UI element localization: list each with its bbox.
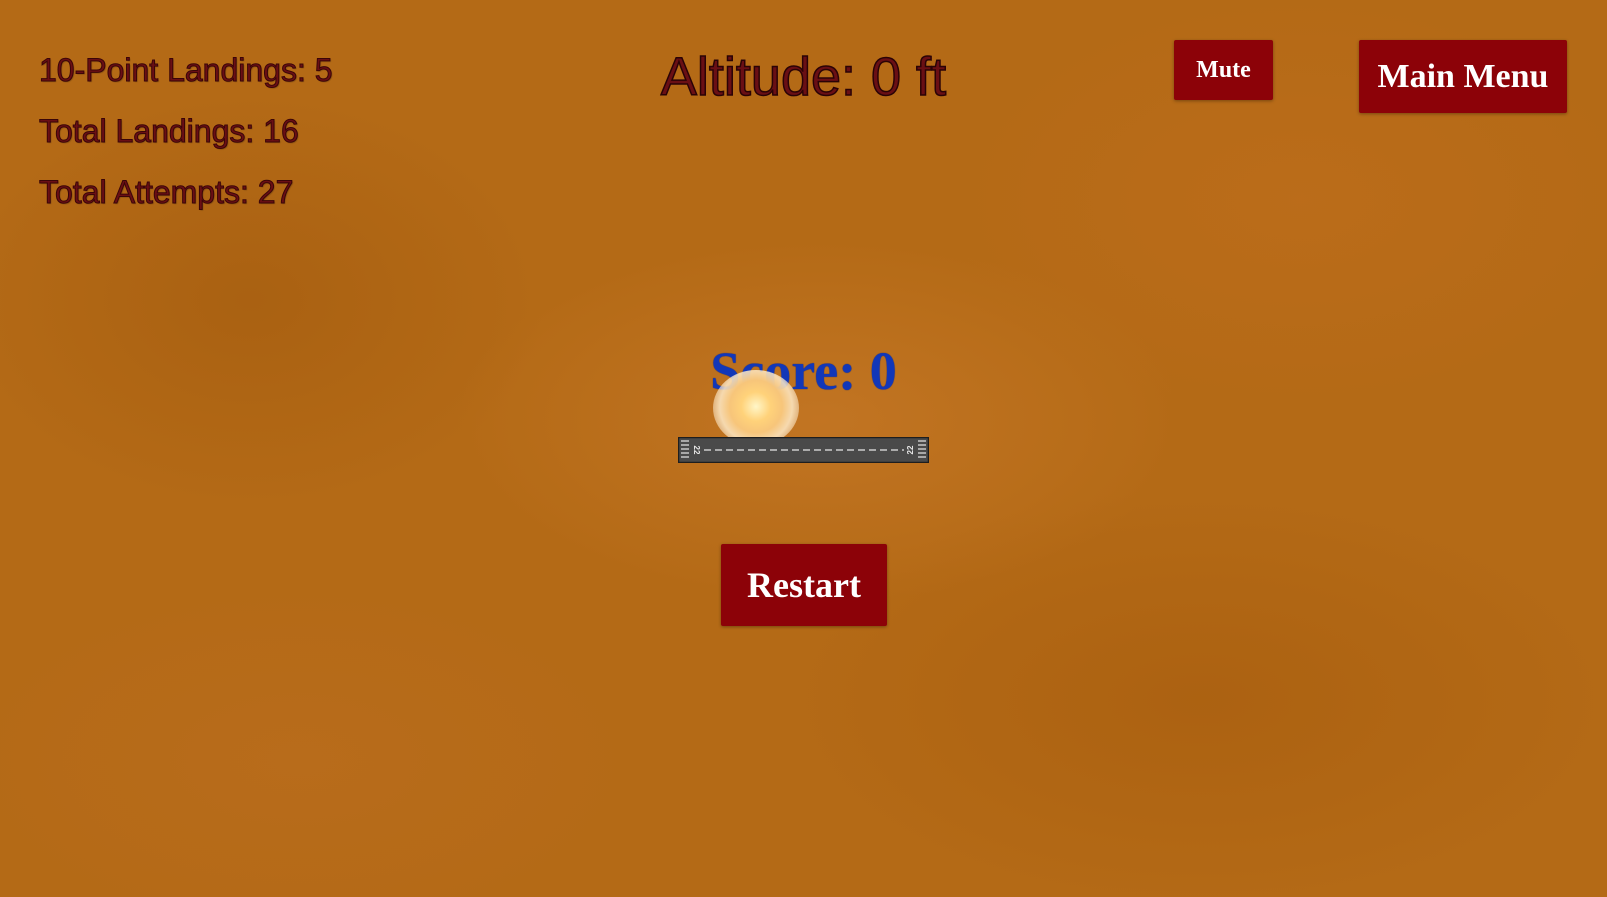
runway-right-number: 22 <box>906 445 915 454</box>
total-landings-stat: Total Landings: 16 <box>39 113 300 149</box>
mute-button[interactable]: Mute <box>1174 40 1273 100</box>
main-menu-button[interactable]: Main Menu <box>1359 40 1567 113</box>
runway-left-number: 22 <box>692 446 701 455</box>
restart-button[interactable]: Restart <box>721 544 887 626</box>
runway-icon: 22 22 <box>678 437 929 463</box>
total-attempts-stat: Total Attempts: 27 <box>38 174 294 210</box>
score-display: Score: 0 <box>710 341 897 401</box>
explosion-icon <box>713 370 799 446</box>
